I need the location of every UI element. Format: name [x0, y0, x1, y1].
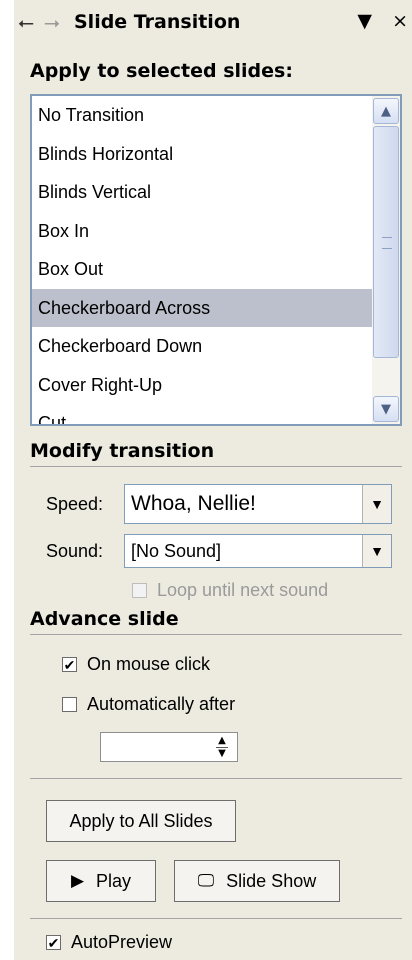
autopreview-checkbox[interactable]: ✔ [46, 935, 61, 950]
apply-selected-label: Apply to selected slides: [30, 60, 293, 82]
transition-list-item[interactable]: Checkerboard Down [32, 327, 400, 366]
transition-list-item[interactable]: Cover Right-Up [32, 366, 400, 405]
advance-slide-heading: Advance slide [30, 608, 402, 635]
scroll-up-icon[interactable]: ▲ [373, 98, 399, 124]
close-icon[interactable]: × [392, 10, 408, 32]
autopreview-row: ✔ AutoPreview [46, 932, 172, 953]
transition-list-item[interactable]: Cut [32, 404, 400, 424]
transition-list-item[interactable]: Box Out [32, 250, 400, 289]
mouse-click-checkbox[interactable]: ✔ [62, 657, 77, 672]
task-pane-titlebar: ⭠ ⭢ Slide Transition ▼ × [14, 0, 412, 44]
speed-label: Speed: [46, 493, 104, 514]
auto-after-spinner[interactable]: ▲ ▼ [100, 732, 238, 762]
loop-row: Loop until next sound [132, 580, 328, 601]
sound-value: [No Sound] [131, 540, 222, 561]
chevron-down-icon[interactable]: ▼ [362, 485, 391, 523]
divider [30, 918, 402, 919]
chevron-down-icon[interactable]: ▼ [362, 535, 391, 567]
apply-all-label: Apply to All Slides [69, 810, 213, 831]
sound-dropdown[interactable]: [No Sound] ▼ [124, 534, 392, 568]
mouse-click-label: On mouse click [87, 654, 211, 674]
scroll-down-icon[interactable]: ▼ [373, 396, 399, 422]
play-icon: ▶ [70, 871, 85, 890]
sound-label: Sound: [46, 540, 104, 561]
auto-after-label: Automatically after [87, 694, 236, 714]
pane-title: Slide Transition [74, 11, 241, 33]
transition-list-item[interactable]: Blinds Horizontal [32, 135, 400, 174]
scroll-thumb[interactable] [373, 126, 399, 358]
divider [30, 778, 402, 779]
sound-row: Sound: [No Sound] ▼ [46, 534, 392, 568]
speed-value: Whoa, Nellie! [131, 492, 256, 515]
spinner-arrows-icon[interactable]: ▲ ▼ [209, 735, 235, 759]
transition-list-item[interactable]: No Transition [32, 96, 400, 135]
autopreview-label: AutoPreview [71, 932, 173, 952]
slide-transition-pane: ⭠ ⭢ Slide Transition ▼ × Apply to select… [0, 0, 412, 960]
speed-dropdown[interactable]: Whoa, Nellie! ▼ [124, 484, 392, 524]
projector-screen-icon: 🖵 [197, 871, 215, 890]
transition-list-item[interactable]: Box In [32, 212, 400, 251]
play-button[interactable]: ▶ Play [46, 860, 156, 902]
auto-after-row: Automatically after [62, 694, 235, 715]
transition-list-item[interactable]: Checkerboard Across [32, 288, 400, 327]
slide-show-label: Slide Show [226, 870, 317, 891]
loop-checkbox[interactable] [132, 583, 147, 598]
slide-show-button[interactable]: 🖵 Slide Show [174, 860, 340, 902]
grip-icon [382, 237, 392, 249]
forward-arrow-icon[interactable]: ⭢ [44, 10, 60, 34]
transition-list[interactable]: No Transition Blinds Horizontal Blinds Ver… [30, 94, 402, 426]
pane-menu-chevron-icon[interactable]: ▼ [357, 10, 372, 32]
transition-list-item[interactable]: Blinds Vertical [32, 173, 400, 212]
back-arrow-icon[interactable]: ⭠ [18, 10, 34, 34]
play-label: Play [96, 870, 132, 891]
auto-after-checkbox[interactable] [62, 697, 77, 712]
apply-all-button[interactable]: Apply to All Slides [46, 800, 236, 842]
loop-label: Loop until next sound [157, 580, 329, 600]
list-scrollbar[interactable]: ▲ ▼ [372, 96, 400, 424]
modify-transition-heading: Modify transition [30, 440, 402, 467]
speed-row: Speed: Whoa, Nellie! ▼ [46, 484, 392, 524]
mouse-click-row: ✔ On mouse click [62, 654, 210, 675]
